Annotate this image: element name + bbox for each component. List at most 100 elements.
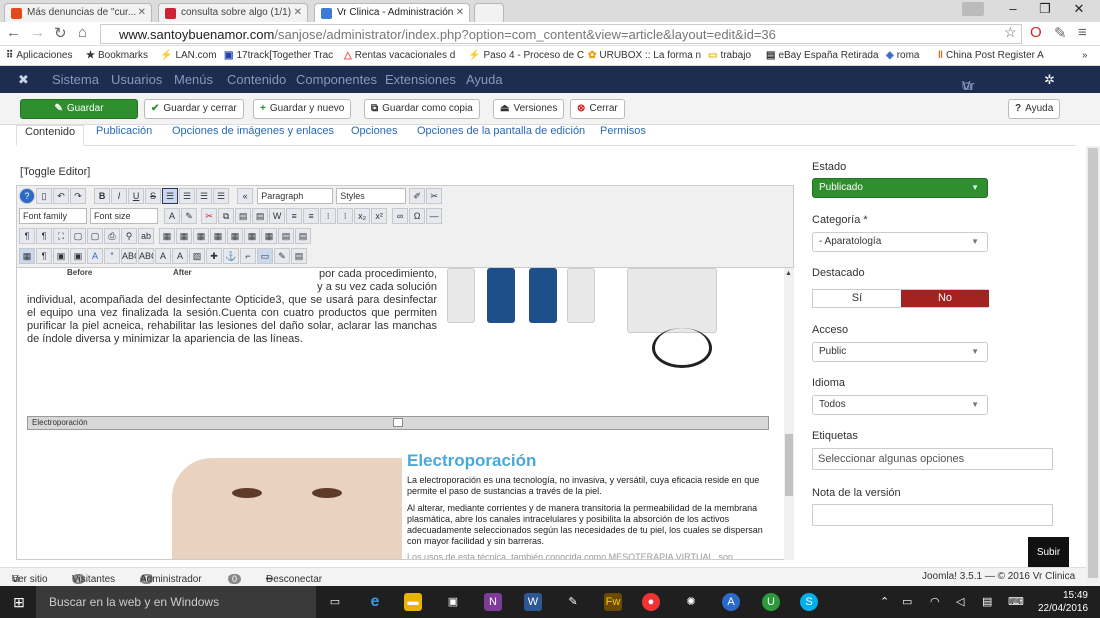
align-right-icon[interactable]: ☰ xyxy=(196,188,213,204)
pen-icon[interactable]: ✎ xyxy=(1054,24,1067,42)
bookmark-item[interactable]: ‖ China Post Register A xyxy=(938,50,1044,61)
del-icon[interactable]: ABC xyxy=(138,248,154,264)
horizontal-rule-icon[interactable]: — xyxy=(426,208,443,224)
tab-opciones[interactable]: Opciones xyxy=(351,125,397,137)
pagebreak-icon[interactable]: ▭ xyxy=(257,248,273,264)
volume-icon[interactable]: ◁ xyxy=(956,595,964,608)
url-input[interactable]: www.santoybuenamor.com/sanjose/administr… xyxy=(100,24,1022,44)
acceso-select[interactable]: Public ▼ xyxy=(812,342,988,362)
store-icon[interactable]: ▣ xyxy=(444,593,462,611)
close-icon[interactable]: ✕ xyxy=(456,7,464,18)
close-icon[interactable]: ✕ xyxy=(294,7,302,18)
nav-ayuda[interactable]: Ayuda xyxy=(466,72,503,87)
link-icon[interactable]: ∞ xyxy=(392,208,409,224)
align-left-icon[interactable]: ☰ xyxy=(162,188,179,204)
toggle-editor-link[interactable]: [Toggle Editor] xyxy=(20,166,90,178)
bookmark-item[interactable]: ✿ URUBOX :: La forma n xyxy=(588,50,701,61)
layer-move-icon[interactable]: ▤ xyxy=(295,228,311,244)
italic-icon[interactable]: I xyxy=(111,188,128,204)
superscript-icon[interactable]: x² xyxy=(371,208,388,224)
layer-icon[interactable]: ▤ xyxy=(278,228,294,244)
bookmark-item[interactable]: ★ Bookmarks xyxy=(86,50,148,61)
acronym-icon[interactable]: ▣ xyxy=(70,248,86,264)
file-explorer-icon[interactable]: ▬ xyxy=(404,593,422,611)
bookmark-folder[interactable]: ▭ trabajo xyxy=(708,50,751,61)
table-delete-icon[interactable]: ▦ xyxy=(261,228,277,244)
justify-icon[interactable]: ☰ xyxy=(213,188,230,204)
undo-icon[interactable]: ↶ xyxy=(53,188,69,204)
battery-icon[interactable]: ▭ xyxy=(902,595,912,608)
forward-icon[interactable]: → xyxy=(30,24,45,41)
template-icon[interactable]: ▢ xyxy=(87,228,103,244)
styles-select[interactable]: Styles xyxy=(336,188,407,204)
bookmark-item[interactable]: △ Rentas vacacionales d xyxy=(344,50,455,61)
tab-publicacion[interactable]: Publicación xyxy=(96,125,152,137)
new-tab-button[interactable] xyxy=(474,3,504,22)
table-merge-icon[interactable]: ▦ xyxy=(227,228,243,244)
copy-icon[interactable]: ⧉ xyxy=(218,208,235,224)
image-icon[interactable]: ▧ xyxy=(189,248,205,264)
nav-usuarios[interactable]: Usuarios xyxy=(111,72,162,87)
etiquetas-input[interactable]: Seleccionar algunas opciones xyxy=(812,448,1053,470)
bullet-list-icon[interactable]: ⁝ xyxy=(320,208,337,224)
nav-extensiones[interactable]: Extensiones xyxy=(385,72,456,87)
paragraph-select[interactable]: Paragraph xyxy=(257,188,334,204)
bookmark-item[interactable]: ▣ 17track[Together Trac xyxy=(224,50,333,61)
indent-icon[interactable]: ≡ xyxy=(286,208,303,224)
nonbreaking-icon[interactable]: A xyxy=(172,248,188,264)
bookmark-item[interactable]: ⠿ Aplicaciones xyxy=(6,50,72,61)
save-button[interactable]: ✎ Guardar xyxy=(20,99,138,119)
versions-button[interactable]: ⏏ Versiones xyxy=(493,99,565,119)
joomla-logo-icon[interactable]: ✖ xyxy=(18,72,29,88)
table-split-icon[interactable]: ▦ xyxy=(244,228,260,244)
replace-icon[interactable]: ab xyxy=(138,228,154,244)
media-icon[interactable]: ✚ xyxy=(206,248,222,264)
onenote-icon[interactable]: N xyxy=(484,593,502,611)
destacado-no-button[interactable]: No xyxy=(901,290,989,307)
save-copy-button[interactable]: ⧉ Guardar como copia xyxy=(364,99,480,119)
taskbar-clock[interactable]: 15:49 22/04/2016 xyxy=(1038,589,1088,615)
save-close-button[interactable]: ✔ Guardar y cerrar xyxy=(144,99,244,119)
keyboard-icon[interactable]: ⌨ xyxy=(1008,595,1024,608)
numbered-list-icon[interactable]: ⁝ xyxy=(337,208,354,224)
notification-icon[interactable]: ▤ xyxy=(982,595,992,608)
ins-icon[interactable]: ABC xyxy=(121,248,137,264)
close-icon[interactable]: ✕ xyxy=(138,7,146,18)
help-button[interactable]: ? Ayuda xyxy=(1008,99,1061,119)
table-row-icon[interactable]: ▦ xyxy=(176,228,192,244)
separator-handle-icon[interactable] xyxy=(393,418,403,427)
taskbar-search-input[interactable]: Buscar en la web y en Windows xyxy=(36,586,316,618)
bookmark-star-icon[interactable]: ☆ xyxy=(1004,24,1017,41)
more-bookmarks-icon[interactable]: » xyxy=(1082,50,1088,61)
browser-tab[interactable]: Más denuncias de "cur... ✕ xyxy=(4,3,152,22)
eraser-icon[interactable]: ✐ xyxy=(409,188,426,204)
fullscreen-icon[interactable]: ⛶ xyxy=(53,228,69,244)
upwork-icon[interactable]: U xyxy=(762,593,780,611)
app-icon[interactable]: A xyxy=(722,593,740,611)
visual-aid-icon[interactable]: ▦ xyxy=(19,248,35,264)
bookmark-item[interactable]: ⚡ LAN.com xyxy=(160,50,217,61)
redo-icon[interactable]: ↷ xyxy=(70,188,86,204)
estado-select[interactable]: Publicado ▼ xyxy=(812,178,988,198)
readmore-icon[interactable]: ✎ xyxy=(274,248,290,264)
scroll-top-button[interactable]: Subir xyxy=(1028,537,1069,568)
special-char-icon[interactable]: Ω xyxy=(409,208,426,224)
cleanup-icon[interactable]: ✂ xyxy=(426,188,443,204)
print-icon[interactable]: ⎙ xyxy=(104,228,120,244)
nav-menus[interactable]: Menús xyxy=(174,72,213,87)
task-view-icon[interactable]: ▭ xyxy=(326,593,344,611)
bookmark-item[interactable]: ◈ roma xyxy=(886,50,920,61)
attribs-icon[interactable]: A xyxy=(155,248,171,264)
back-icon[interactable]: ← xyxy=(6,24,21,41)
wifi-icon[interactable]: ◠ xyxy=(930,595,940,608)
restore-icon[interactable]: ❐ xyxy=(1030,1,1060,17)
scroll-up-icon[interactable]: ▲ xyxy=(785,270,792,277)
paste-text-icon[interactable]: ▤ xyxy=(252,208,269,224)
tab-contenido[interactable]: Contenido xyxy=(16,125,85,146)
edge-icon[interactable]: e xyxy=(366,593,384,611)
spider-app-icon[interactable]: ✺ xyxy=(682,593,700,611)
outdent-icon[interactable]: ≡ xyxy=(303,208,320,224)
ltr-icon[interactable]: ¶ xyxy=(19,228,35,244)
bold-icon[interactable]: B xyxy=(94,188,111,204)
browser-tab-active[interactable]: Vr Clinica - Administración ✕ xyxy=(314,3,470,22)
